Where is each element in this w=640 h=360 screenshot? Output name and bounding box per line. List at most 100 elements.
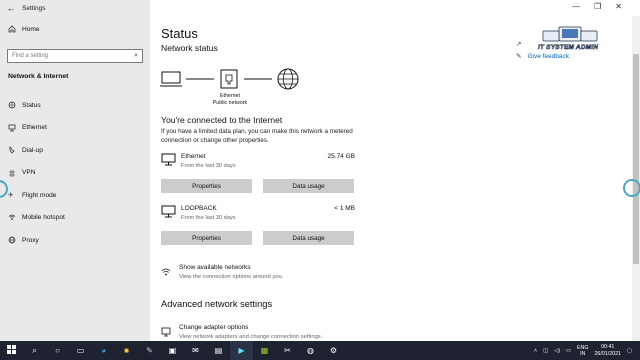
- taskbar-settings[interactable]: ⚙: [322, 341, 345, 360]
- network-period: From the last 30 days: [181, 163, 236, 169]
- store-bag-icon: ▣: [168, 346, 177, 355]
- adapter-label: Ethernet Public network: [205, 93, 255, 107]
- network-card-loopback: LOOPBACK From the last 30 days < 1 MB Pr…: [161, 205, 355, 245]
- show-networks-title: Show available networks: [179, 264, 251, 271]
- sidebar-item-label: Proxy: [22, 236, 39, 244]
- airplane-icon: ✈: [8, 192, 14, 200]
- page-title: Status: [161, 26, 198, 41]
- change-adapter-options-link[interactable]: Change adapter options View network adap…: [161, 324, 322, 342]
- ethernet-port-icon: [220, 69, 238, 89]
- internet-globe-icon: [277, 68, 299, 90]
- taskbar: ⌕ ○ ▭ ◕ ■ ✎ ▣ ✉ ▤ ▶ ▦ ✂ ◍ ⚙ ˄ ◫ ◁) ▭ ENG…: [0, 341, 640, 360]
- show-available-networks-link[interactable]: Show available networks View the connect…: [161, 264, 283, 282]
- search-icon: ⌕: [134, 52, 138, 59]
- wifi-list-icon: [161, 264, 171, 282]
- clock-date: 26/01/2021: [594, 350, 621, 357]
- cursor-highlight-right: [623, 179, 640, 197]
- search-taskbar-button[interactable]: ⌕: [23, 341, 46, 360]
- globe-icon: [8, 236, 22, 244]
- system-tray: ˄ ◫ ◁) ▭ ENG IN 00:41 26/01/2021 ▢: [534, 341, 640, 360]
- sidebar-item-dial-up[interactable]: Dial-up: [0, 139, 150, 162]
- search-input[interactable]: Find a setting ⌕: [7, 49, 143, 63]
- give-feedback-link[interactable]: ✎ Give feedback: [516, 52, 569, 61]
- adapter-title: Change adapter options: [179, 324, 249, 331]
- taskbar-app-3[interactable]: ▦: [253, 341, 276, 360]
- minimize-button[interactable]: —: [572, 2, 580, 11]
- sidebar-item-label: Flight mode: [22, 191, 57, 199]
- window-controls: — ❐ ✕: [572, 2, 622, 11]
- maximize-button[interactable]: ❐: [594, 2, 601, 11]
- notifications-icon[interactable]: ▢: [627, 348, 632, 354]
- status-icon: [8, 101, 22, 109]
- dial-up-icon: [8, 146, 22, 154]
- pc-monitor-icon: [161, 205, 181, 219]
- nav-home-label: Home: [22, 25, 40, 33]
- cortana-button[interactable]: ○: [46, 341, 69, 360]
- sidebar-item-vpn[interactable]: VPN: [0, 162, 150, 185]
- title-bar: ← Settings: [0, 0, 150, 16]
- clock-time: 00:41: [601, 343, 615, 350]
- adapter-name: Ethernet: [219, 93, 241, 99]
- clock[interactable]: 00:41 26/01/2021: [594, 344, 621, 358]
- network-usage: < 1 MB: [334, 205, 355, 212]
- search-placeholder: Find a setting: [12, 53, 49, 59]
- sidebar-item-status[interactable]: Status: [0, 94, 150, 117]
- sidebar-item-flight-mode[interactable]: ✈ Flight mode: [0, 184, 150, 207]
- properties-button[interactable]: Properties: [161, 179, 252, 193]
- region-code: IN: [580, 350, 586, 357]
- navigation-pane: ← Settings Home Find a setting ⌕ Network…: [0, 0, 150, 341]
- data-usage-button[interactable]: Data usage: [263, 179, 354, 193]
- properties-button[interactable]: Properties: [161, 231, 252, 245]
- data-usage-button[interactable]: Data usage: [263, 231, 354, 245]
- vpn-icon: [8, 169, 22, 177]
- taskbar-app-2[interactable]: ▶: [230, 341, 253, 360]
- tray-battery-icon[interactable]: ▭: [566, 348, 571, 354]
- sidebar-item-label: Dial-up: [22, 146, 43, 154]
- nav-home[interactable]: Home: [0, 18, 150, 41]
- tray-chevron-icon[interactable]: ˄: [534, 348, 537, 354]
- language-indicator[interactable]: ENG IN: [577, 345, 588, 357]
- green-app-icon: ▦: [260, 346, 269, 355]
- sidebar-item-label: VPN: [22, 169, 36, 177]
- metered-description: If you have a limited data plan, you can…: [161, 128, 353, 144]
- window-title: Settings: [22, 4, 46, 12]
- language-code: ENG: [576, 344, 589, 351]
- back-arrow-icon: ←: [6, 3, 16, 13]
- taskbar-photos[interactable]: ▤: [207, 341, 230, 360]
- task-view-icon: ▭: [76, 346, 85, 355]
- taskbar-edge[interactable]: ◕: [92, 341, 115, 360]
- windows-logo-icon: [7, 345, 16, 356]
- network-globe-icon: ◍: [307, 346, 314, 355]
- taskbar-app-4[interactable]: ✂: [276, 341, 299, 360]
- network-period: From the last 30 days: [181, 215, 236, 221]
- taskbar-app-1[interactable]: ✎: [138, 341, 161, 360]
- sidebar-item-ethernet[interactable]: Ethernet: [0, 117, 150, 140]
- folder-icon: ■: [124, 346, 129, 355]
- sidebar-item-proxy[interactable]: Proxy: [0, 229, 150, 252]
- taskbar-file-explorer[interactable]: ■: [115, 341, 138, 360]
- watermark-text: IT SYSTEM ADMIN: [538, 44, 599, 52]
- start-button[interactable]: [0, 341, 23, 360]
- home-icon: [8, 25, 22, 33]
- tray-network-icon[interactable]: ◫: [543, 348, 548, 354]
- taskbar-mail[interactable]: ✉: [184, 341, 207, 360]
- tray-volume-icon[interactable]: ◁): [554, 348, 560, 354]
- sidebar-item-label: Status: [22, 101, 41, 109]
- search-icon: ⌕: [32, 345, 37, 355]
- network-type: Public network: [212, 100, 248, 106]
- scrollbar-thumb[interactable]: [633, 54, 639, 264]
- task-view-button[interactable]: ▭: [69, 341, 92, 360]
- circle-icon: ○: [55, 346, 60, 355]
- network-name: Ethernet: [181, 153, 206, 160]
- show-networks-subtitle: View the connection options around you.: [179, 274, 284, 280]
- taskbar-network[interactable]: ◍: [299, 341, 322, 360]
- nav-list: Status Ethernet Dial-up VPN ✈ Flight mod…: [0, 94, 150, 252]
- sidebar-item-mobile-hotspot[interactable]: Mobile hotspot: [0, 207, 150, 230]
- back-button[interactable]: ←: [0, 0, 22, 16]
- page-subtitle: Network status: [161, 43, 218, 53]
- network-card-ethernet: Ethernet From the last 30 days 25.74 GB …: [161, 153, 355, 193]
- advanced-settings-heading: Advanced network settings: [161, 299, 273, 309]
- close-button[interactable]: ✕: [615, 2, 622, 11]
- adapter-subtitle: View network adapters and change connect…: [179, 334, 323, 340]
- taskbar-store[interactable]: ▣: [161, 341, 184, 360]
